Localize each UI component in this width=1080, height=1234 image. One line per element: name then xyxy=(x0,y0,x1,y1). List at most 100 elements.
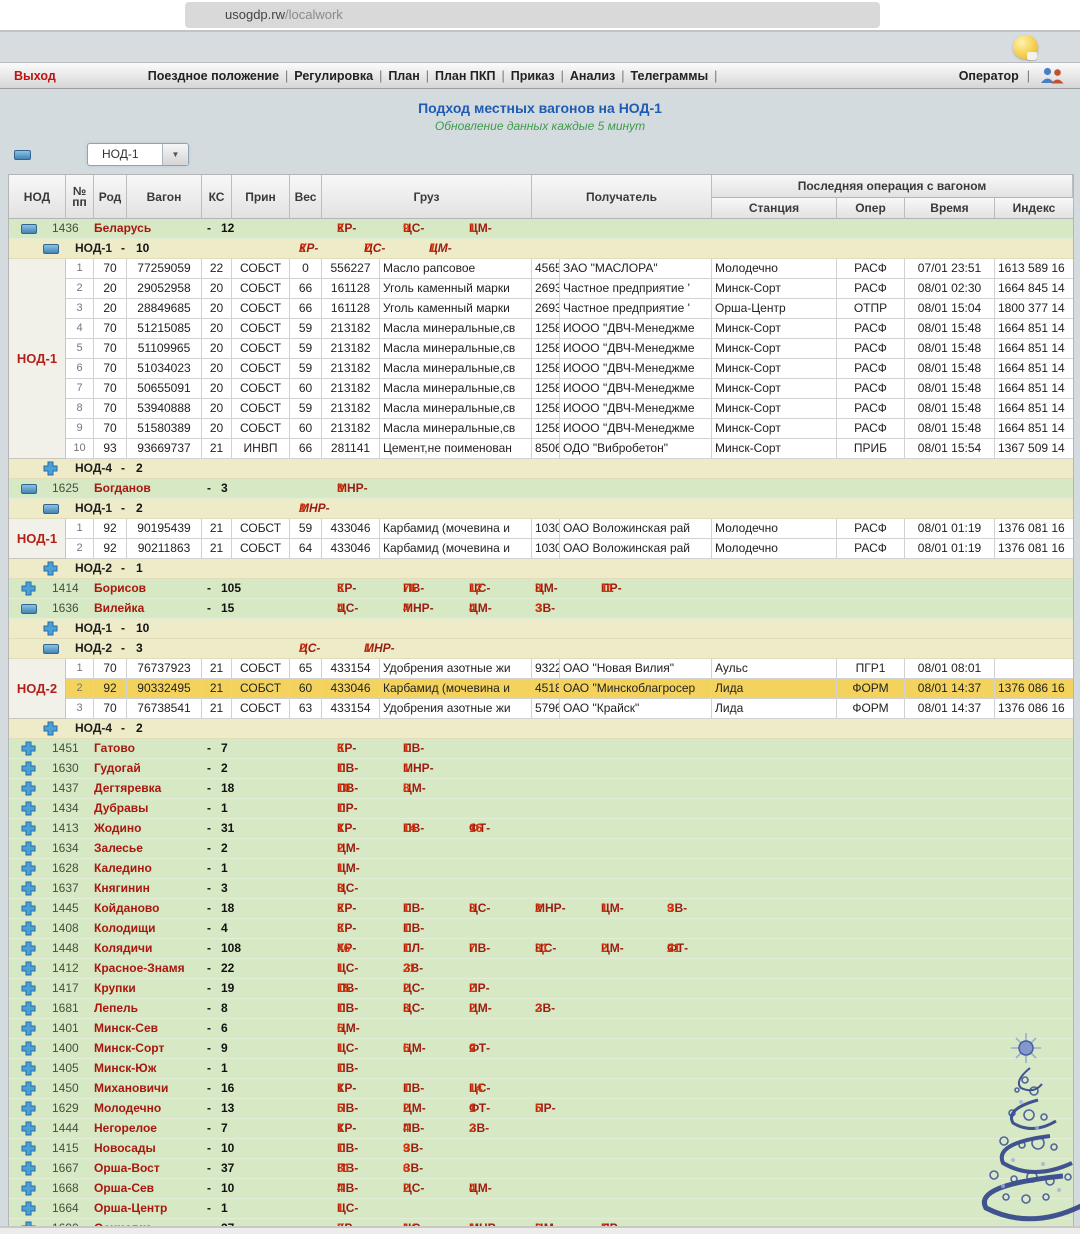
group-row[interactable]: 1436Беларусь-12КР-2ЦС-9ЦМ-1 xyxy=(9,219,1073,239)
expand-icon[interactable] xyxy=(21,581,36,596)
expand-icon[interactable] xyxy=(21,1081,36,1096)
station-row[interactable]: 1637Княгинин-3ЦС-3 xyxy=(9,879,1073,899)
nod-subgroup-row[interactable]: НОД-2-1 xyxy=(9,559,1073,579)
wagon-row[interactable]: 10939366973721ИНВП66281141Цемент,не поим… xyxy=(66,439,1073,459)
expand-icon[interactable] xyxy=(43,621,58,636)
station-row[interactable]: 1681Лепель-8ПВ-1ЦС-3ЦМ-2ЗВ-2 xyxy=(9,999,1073,1019)
expand-icon[interactable] xyxy=(21,981,36,996)
expand-icon[interactable] xyxy=(21,801,36,816)
expand-icon[interactable] xyxy=(21,1001,36,1016)
expand-icon[interactable] xyxy=(21,741,36,756)
station-row[interactable]: 1664Орша-Центр-1ЦС-1 xyxy=(9,1199,1073,1219)
wagon-row[interactable]: 8705394088820СОБСТ59213182Масла минераль… xyxy=(66,399,1073,419)
menu-item[interactable]: Анализ xyxy=(570,69,615,83)
menu-item[interactable]: Телеграммы xyxy=(631,69,709,83)
exit-link[interactable]: Выход xyxy=(14,69,56,83)
station-row[interactable]: 1630Гудогай-2ПВ-1МНР-1 xyxy=(9,759,1073,779)
expand-icon[interactable] xyxy=(21,961,36,976)
expand-icon[interactable] xyxy=(21,781,36,796)
group-row[interactable]: 1414Борисов-105КР-3ПВ-76ЦС-12ЦМ-3ПР-11 xyxy=(9,579,1073,599)
operator-link[interactable]: Оператор xyxy=(959,69,1019,83)
station-row[interactable]: 1445Койданово-18КР-2ПВ-1ЦС-3МНР-2ЦМ-1ЗВ-… xyxy=(9,899,1073,919)
station-row[interactable]: 1667Орша-Вост-37ПВ-31ЗВ-6 xyxy=(9,1159,1073,1179)
station-row[interactable]: 1634Залесье-2ЦМ-2 xyxy=(9,839,1073,859)
expand-icon[interactable] xyxy=(21,921,36,936)
wagon-row[interactable]: 2929033249521СОБСТ60433046Карбамид (моче… xyxy=(66,679,1073,699)
collapse-icon[interactable] xyxy=(21,484,37,494)
wagon-row[interactable]: 1707725905922СОБСТ0556227Масло рапсовое4… xyxy=(66,259,1073,279)
expand-icon[interactable] xyxy=(21,821,36,836)
select-arrow-icon[interactable]: ▼ xyxy=(162,144,188,165)
wagon-row[interactable]: 3707673854121СОБСТ63433154Удобрения азот… xyxy=(66,699,1073,719)
expand-icon[interactable] xyxy=(21,1021,36,1036)
expand-icon[interactable] xyxy=(21,1101,36,1116)
nod-select[interactable]: НОД-1 ▼ xyxy=(87,143,189,166)
menu-item[interactable]: План ПКП xyxy=(435,69,496,83)
collapse-icon[interactable] xyxy=(21,604,37,614)
nod-subgroup-row[interactable]: НОД-2-3ЦС-2МНР-1 xyxy=(9,639,1073,659)
expand-icon[interactable] xyxy=(21,1201,36,1216)
station-row[interactable]: 1629Молодечно-13ПВ-5ЦМ-2ФТ-1ПР-5 xyxy=(9,1099,1073,1119)
expand-icon[interactable] xyxy=(43,461,58,476)
menu-item[interactable]: Регулировка xyxy=(294,69,373,83)
collapse-icon[interactable] xyxy=(43,644,59,654)
expand-icon[interactable] xyxy=(43,561,58,576)
nod-subgroup-row[interactable]: НОД-1-10 xyxy=(9,619,1073,639)
station-row[interactable]: 1400Минск-Сорт-9ЦС-1ЦМ-6ФТ-2 xyxy=(9,1039,1073,1059)
wagon-row[interactable]: 1929019543921СОБСТ59433046Карбамид (моче… xyxy=(66,519,1073,539)
station-row[interactable]: 1401Минск-Сев-6ЦМ-6 xyxy=(9,1019,1073,1039)
menu-item[interactable]: Приказ xyxy=(511,69,555,83)
station-row[interactable]: 1450Михановичи-16КР-1ПВ-1ЦС-14 xyxy=(9,1079,1073,1099)
expand-icon[interactable] xyxy=(21,1181,36,1196)
nod-subgroup-row[interactable]: НОД-4-2 xyxy=(9,459,1073,479)
station-row[interactable]: 1628Каледино-1ЦМ-1 xyxy=(9,859,1073,879)
group-row[interactable]: 1636Вилейка-15ЦС-4МНР-4ЦМ-4ЗВ-3 xyxy=(9,599,1073,619)
menu-item[interactable]: Поездное положение xyxy=(148,69,279,83)
expand-icon[interactable] xyxy=(21,1041,36,1056)
expand-icon[interactable] xyxy=(21,861,36,876)
collapse-icon[interactable] xyxy=(43,244,59,254)
station-row[interactable]: 1668Орша-Сев-10ПВ-4ЦС-2ЦМ-4 xyxy=(9,1179,1073,1199)
station-row[interactable]: 1434Дубравы-1ПР-1 xyxy=(9,799,1073,819)
group-row[interactable]: 1625Богданов-3МНР-3 xyxy=(9,479,1073,499)
station-row[interactable]: 1437Дегтяревка-18ПВ-10ЦМ-8 xyxy=(9,779,1073,799)
nod-subgroup-row[interactable]: НОД-1-10КР-2ЦС-7ЦМ-1 xyxy=(9,239,1073,259)
station-row[interactable]: 1444Негорелое-7КР-1ПВ-4ЗВ-2 xyxy=(9,1119,1073,1139)
station-row[interactable]: 1412Красное-Знамя-22ЦС-1ЗВ-21 xyxy=(9,959,1073,979)
expand-icon[interactable] xyxy=(21,1061,36,1076)
station-row[interactable]: 1408Колодищи-4КР-3ПВ-1 xyxy=(9,919,1073,939)
collapse-icon[interactable] xyxy=(21,224,37,234)
station-row[interactable]: 1415Новосады-10ПВ-1ЗВ-9 xyxy=(9,1139,1073,1159)
wagon-row[interactable]: 5705110996520СОБСТ59213182Масла минераль… xyxy=(66,339,1073,359)
nod-subgroup-row[interactable]: НОД-1-2МНР-2 xyxy=(9,499,1073,519)
menu-item[interactable]: План xyxy=(388,69,419,83)
wagon-row[interactable]: 6705103402320СОБСТ59213182Масла минераль… xyxy=(66,359,1073,379)
users-icon[interactable] xyxy=(1038,66,1066,85)
wagon-row[interactable]: 7705065509120СОБСТ60213182Масла минераль… xyxy=(66,379,1073,399)
expand-icon[interactable] xyxy=(21,1121,36,1136)
nod-subgroup-row[interactable]: НОД-4-2 xyxy=(9,719,1073,739)
station-row[interactable]: 1413Жодино-31КР-1ПВ-14ФТ-16 xyxy=(9,819,1073,839)
wagon-row[interactable]: 2929021186321СОБСТ64433046Карбамид (моче… xyxy=(66,539,1073,559)
wagon-row[interactable]: 9705158038920СОБСТ60213182Масла минераль… xyxy=(66,419,1073,439)
address-bar[interactable]: usogdp.rw/localwork xyxy=(185,2,880,28)
wagon-row[interactable]: 2202905295820СОБСТ66161128Уголь каменный… xyxy=(66,279,1073,299)
expand-icon[interactable] xyxy=(43,721,58,736)
station-row[interactable]: 1405Минск-Юж-1ПВ-1 xyxy=(9,1059,1073,1079)
station-row[interactable]: 1448Колядичи-108КР-46ПЛ-1ПВ-7ЦС-31ЦМ-2ФТ… xyxy=(9,939,1073,959)
expand-icon[interactable] xyxy=(21,881,36,896)
expand-icon[interactable] xyxy=(21,901,36,916)
wagon-row[interactable]: 1707673792321СОБСТ65433154Удобрения азот… xyxy=(66,659,1073,679)
expand-icon[interactable] xyxy=(21,761,36,776)
station-row[interactable]: 1451Гатово-7КР-6ПВ-1 xyxy=(9,739,1073,759)
expand-icon[interactable] xyxy=(21,1141,36,1156)
expand-icon[interactable] xyxy=(21,941,36,956)
wagon-row[interactable]: 4705121508520СОБСТ59213182Масла минераль… xyxy=(66,319,1073,339)
station-row[interactable]: 1417Крупки-19ПВ-15ЦС-2ПР-2 xyxy=(9,979,1073,999)
wagon-row[interactable]: 3202884968520СОБСТ66161128Уголь каменный… xyxy=(66,299,1073,319)
expand-icon[interactable] xyxy=(21,1161,36,1176)
collapse-icon[interactable] xyxy=(43,504,59,514)
expand-icon[interactable] xyxy=(21,841,36,856)
collapse-all-icon[interactable] xyxy=(14,150,31,160)
help-balloon-icon[interactable] xyxy=(1013,35,1038,59)
